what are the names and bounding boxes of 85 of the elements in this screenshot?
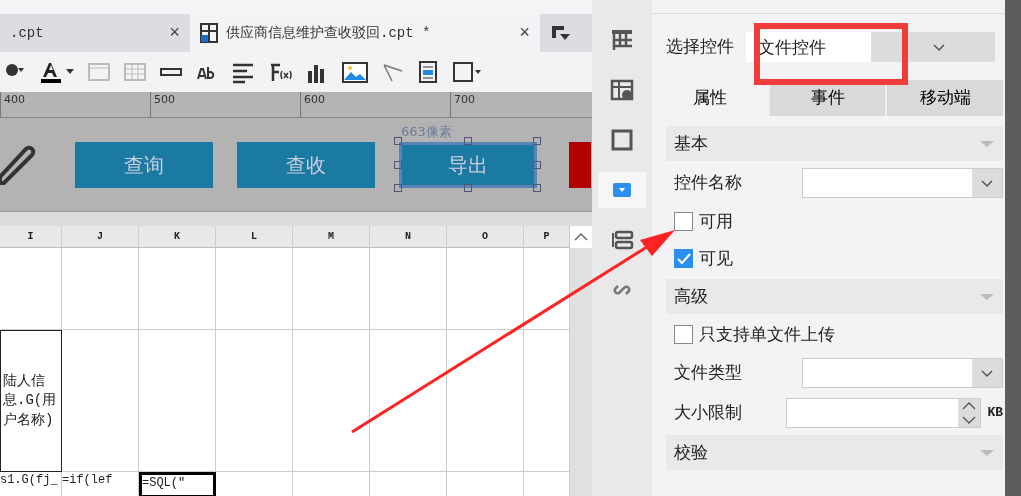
border-icon[interactable] (452, 60, 482, 84)
ruler-label: 400 (0, 92, 150, 117)
resize-handle[interactable] (464, 136, 472, 145)
layers-icon (610, 228, 634, 252)
table-cell[interactable] (216, 330, 293, 472)
table-cell[interactable] (139, 330, 216, 472)
table-cell[interactable] (447, 248, 524, 330)
table-cell[interactable] (62, 330, 139, 472)
table-cell[interactable] (293, 330, 370, 472)
resize-handle[interactable] (394, 183, 402, 192)
collapse-caret-icon (979, 139, 995, 148)
table-cell[interactable] (0, 248, 62, 330)
collapse-caret-icon (979, 448, 995, 457)
field-label: 选择控件 (666, 35, 734, 59)
canvas-element (569, 141, 591, 188)
resize-handle[interactable] (394, 160, 402, 169)
field-label: 文件类型 (674, 361, 743, 385)
table-cell[interactable]: =SQL(" (139, 472, 216, 496)
section-header[interactable]: 校验 (666, 435, 1003, 470)
column-header[interactable]: I (0, 226, 62, 248)
table-cell[interactable] (62, 248, 139, 330)
file-tab[interactable]: 供应商信息维护查收驳回.cpt * × (190, 14, 540, 52)
merge-cells-icon[interactable] (88, 60, 110, 84)
table-cell[interactable] (216, 248, 293, 330)
checkbox-label: 可用 (699, 209, 733, 233)
checkbox[interactable] (674, 249, 693, 268)
table-cell[interactable] (293, 248, 370, 330)
frame-icon (610, 128, 634, 152)
size-label: 663像素 (401, 122, 452, 141)
resize-handle[interactable] (464, 183, 472, 192)
table-cell[interactable] (139, 248, 216, 330)
section-header[interactable]: 高级 (666, 279, 1003, 314)
section-header[interactable]: 基本 (666, 126, 1003, 161)
panel-tab[interactable]: 移动端 (887, 80, 1005, 116)
table-cell[interactable]: 陆人信息.G(用户名称) (0, 330, 62, 472)
tab-title: .cpt (10, 23, 44, 43)
combo-field[interactable] (802, 358, 1003, 388)
sub-report-icon[interactable] (418, 60, 438, 84)
section-title: 基本 (674, 131, 708, 155)
checkbox[interactable] (674, 325, 693, 344)
section-title: 高级 (674, 284, 708, 308)
table-cell[interactable] (370, 248, 447, 330)
field-label: 大小限制 (674, 401, 743, 425)
ruler-label: 600 (300, 92, 450, 117)
combo-field[interactable] (802, 168, 1003, 198)
checkbox-label: 可见 (699, 246, 733, 270)
chevron-up-icon (962, 402, 977, 410)
checkbox-label: 只支持单文件上传 (699, 322, 835, 346)
widget-select[interactable]: 文件控件 (746, 32, 995, 62)
chevron-down-icon (962, 416, 977, 424)
resize-handle[interactable] (394, 136, 402, 145)
close-icon[interactable]: × (519, 19, 530, 47)
resize-handle[interactable] (533, 160, 541, 169)
column-header[interactable]: L (216, 226, 293, 248)
unit-label: KB (987, 404, 1003, 423)
collapse-caret-icon (979, 292, 995, 301)
sidebar-tab[interactable] (598, 172, 646, 208)
column-header[interactable]: N (370, 226, 447, 248)
column-header[interactable]: M (293, 226, 370, 248)
resize-handle[interactable] (533, 136, 541, 145)
chevron-up-icon (574, 232, 588, 242)
scroll-up-button[interactable] (570, 226, 592, 248)
checkbox[interactable] (674, 212, 693, 231)
tab-title: 供应商信息维护查收驳回.cpt * (226, 23, 431, 43)
report-file-icon (200, 23, 218, 43)
field-label: 控件名称 (674, 171, 743, 195)
table-cell[interactable] (447, 330, 524, 472)
column-header[interactable]: J (62, 226, 139, 248)
resize-handle[interactable] (533, 183, 541, 192)
table-cell[interactable]: =if(lef (62, 472, 139, 496)
image-icon[interactable] (342, 60, 368, 84)
grid-layout-icon (610, 28, 634, 52)
ruler-label: 500 (150, 92, 300, 117)
column-header[interactable]: K (139, 226, 216, 248)
font-color-icon[interactable] (40, 60, 74, 84)
close-icon[interactable]: × (169, 19, 180, 47)
table-cell[interactable] (370, 330, 447, 472)
dropdown-menu-icon[interactable] (550, 24, 572, 42)
table-info-icon (610, 78, 634, 102)
section-title: 校验 (674, 440, 708, 464)
number-field[interactable] (786, 398, 982, 428)
column-header[interactable]: P (524, 226, 570, 248)
pencil-icon (0, 144, 36, 185)
column-header[interactable]: O (447, 226, 524, 248)
table-cell[interactable]: s1.G(fj_ (0, 472, 62, 496)
